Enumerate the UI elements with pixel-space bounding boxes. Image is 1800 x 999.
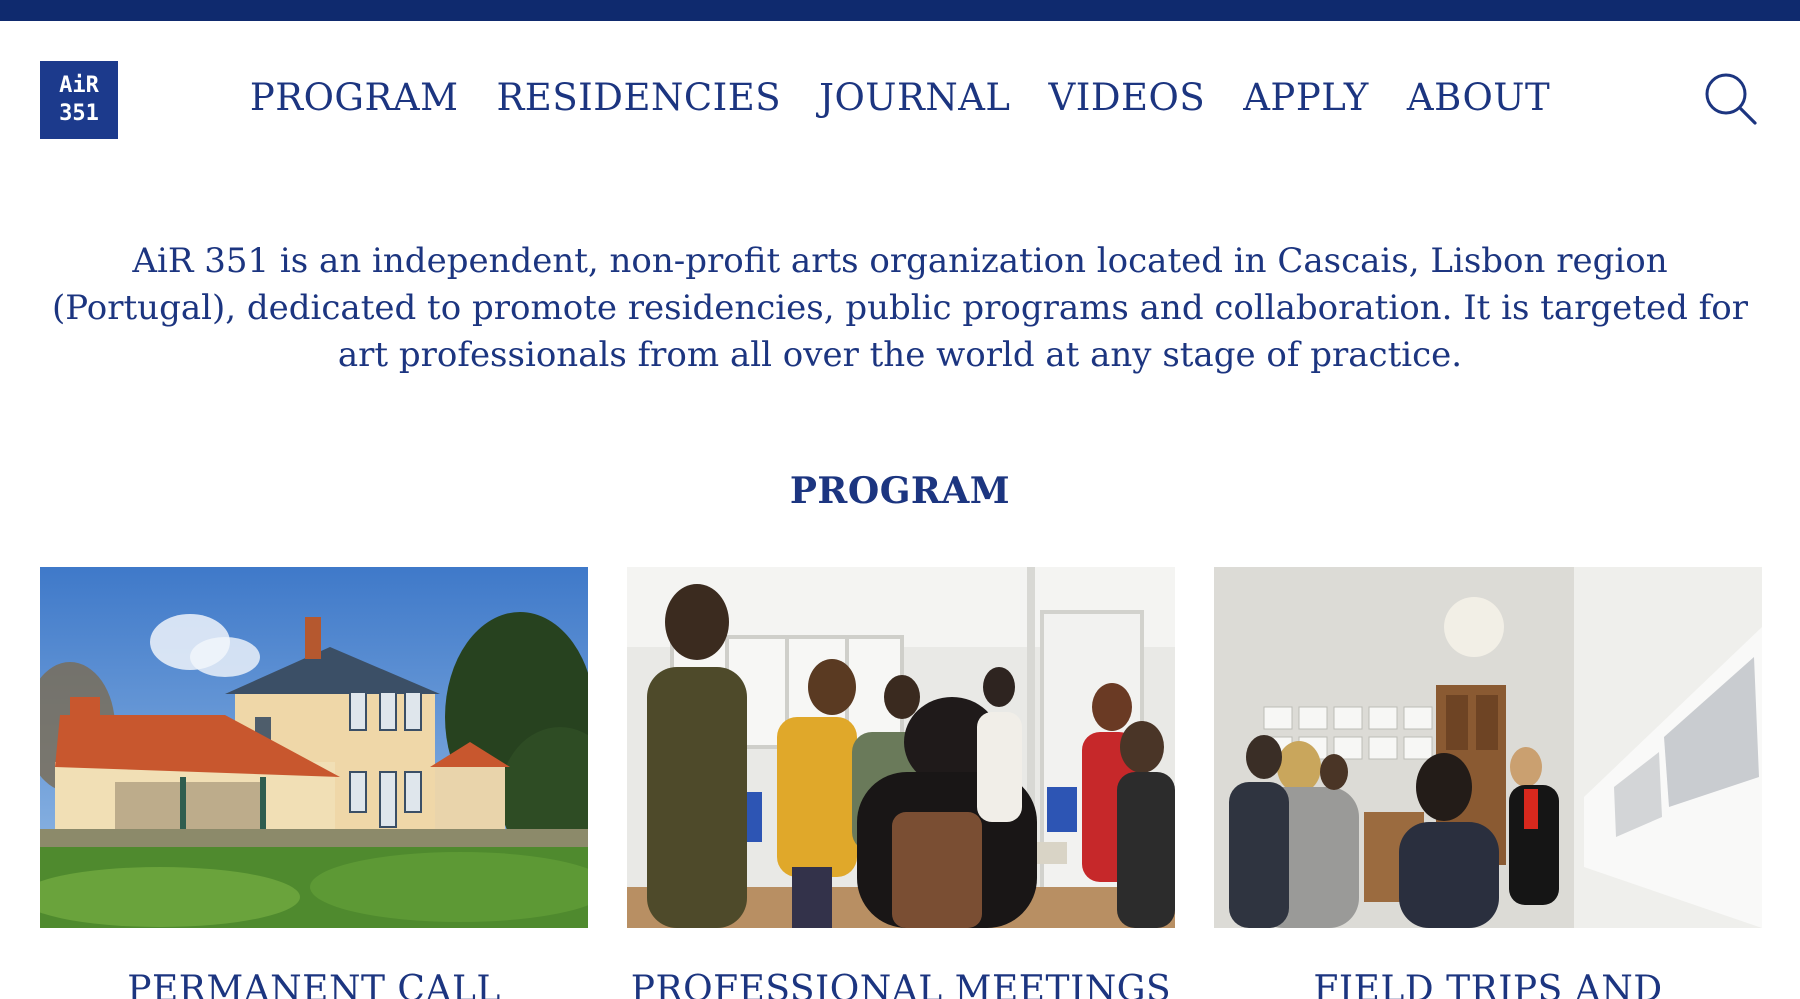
- house-with-garden-photo: [40, 567, 588, 928]
- card-permanent-call-image[interactable]: [40, 567, 588, 928]
- section-title-program: PROGRAM: [789, 470, 1011, 512]
- card-title-permanent-call[interactable]: PERMANENT CALL: [40, 968, 588, 999]
- studio-visit-photo: [1214, 567, 1762, 928]
- main-nav: PROGRAM RESIDENCIES JOURNAL VIDEOS APPLY…: [0, 70, 1800, 126]
- nav-item-journal[interactable]: JOURNAL: [819, 70, 1010, 126]
- search-icon[interactable]: [1704, 72, 1758, 126]
- nav-item-residencies[interactable]: RESIDENCIES: [496, 70, 781, 126]
- card-professional-meetings-image[interactable]: [627, 567, 1175, 928]
- card-field-trips-image[interactable]: [1214, 567, 1762, 928]
- nav-item-about[interactable]: ABOUT: [1407, 70, 1550, 126]
- card-title-professional-meetings[interactable]: PROFESSIONAL MEETINGS: [627, 968, 1175, 999]
- intro-text: AiR 351 is an independent, non-profit ar…: [52, 241, 1748, 375]
- nav-item-apply[interactable]: APPLY: [1243, 70, 1369, 126]
- card-title-field-trips[interactable]: FIELD TRIPS AND: [1214, 968, 1762, 999]
- nav-item-program[interactable]: PROGRAM: [250, 70, 459, 126]
- top-bar: [0, 0, 1800, 21]
- group-meeting-photo: [627, 567, 1175, 928]
- nav-item-videos[interactable]: VIDEOS: [1049, 70, 1206, 126]
